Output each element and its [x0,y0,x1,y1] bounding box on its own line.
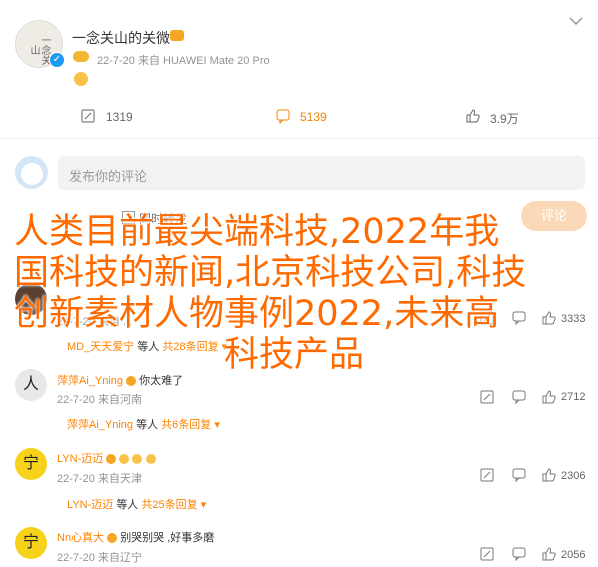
emoji-sticker-icon [74,72,88,86]
comment-input[interactable]: 发布你的评论 [58,156,585,190]
overlay-line-2: 国科技的新闻,北京科技公司,科技 [14,253,527,293]
reply-text: 等人 [116,499,139,511]
comment-content: LYN-迈迈 [57,450,156,466]
post-author-name[interactable]: 一念关山的关微 [72,28,170,48]
reply-count[interactable]: 共6条回复 [161,419,211,431]
comment-avatar[interactable]: 宁 [15,448,47,480]
comment-like-count: 2712 [561,391,586,403]
comment-like-count: 2056 [561,549,586,561]
verified-badge-icon: ✓ [49,52,65,68]
share-icon[interactable] [480,390,494,404]
collapse-chevron-icon[interactable] [568,16,584,26]
overlay-line-3: 创新素材人物事例2022,未来高 [14,294,500,334]
reply-user[interactable]: LYN-迈迈 [67,499,113,511]
repost-count: 1319 [106,110,133,124]
comment-user[interactable]: LYN-迈迈 [57,453,103,465]
comment-text: 你太难了 [139,375,184,387]
comment-user[interactable]: 萍萍Ai_Yning [57,375,123,387]
reply-preview[interactable]: LYN-迈迈 等人 共25条回复 ▾ [67,496,206,512]
comment-count: 5139 [300,110,327,124]
reply-icon[interactable] [512,468,526,482]
post-time-client: 22-7-20 来自 HUAWEI Mate 20 Pro [97,55,270,67]
repost-icon[interactable] [80,108,96,124]
comment-like-icon[interactable] [542,468,556,482]
emoji-icon [132,454,143,465]
emoji-icon [119,454,130,465]
comment-content: Nn心真大 别哭别哭 ,好事多磨 [57,529,214,545]
vip-badge-icon [126,376,137,387]
share-icon[interactable] [480,468,494,482]
comment-time: 22-7-20 来自辽宁 [57,552,142,564]
overlay-line-1: 人类目前最尖端科技,2022年我 [14,212,500,252]
author-avatar-text: 一念关山 [28,35,50,65]
comment-user[interactable]: Nn心真大 [57,532,104,544]
vip-badge-icon [170,30,184,41]
my-avatar [15,156,48,189]
reply-text: 等人 [136,419,159,431]
reply-preview[interactable]: 萍萍Ai_Yning 等人 共6条回复 ▾ [67,416,220,432]
comment-like-icon[interactable] [542,547,556,561]
vip-badge-icon [106,454,117,465]
share-icon[interactable] [480,547,494,561]
comment-text: 别哭别哭 ,好事多磨 [120,532,215,544]
stats-divider [0,138,598,139]
vip-badge-icon [107,533,118,544]
comment-input-placeholder: 发布你的评论 [69,169,148,184]
comment-avatar[interactable]: 宁 [15,527,47,559]
reply-icon[interactable] [512,547,526,561]
expand-replies-icon[interactable]: ▾ [201,499,207,511]
fans-badge-icon [73,51,89,62]
comment-time: 22-7-20 来自天津 [57,473,142,485]
like-icon[interactable] [465,108,481,124]
reply-user[interactable]: 萍萍Ai_Yning [67,419,133,431]
comment-like-icon[interactable] [542,390,556,404]
emoji-icon [145,454,156,465]
overlay-line-4: 科技产品 [223,335,364,375]
comment-time: 22-7-20 来自河南 [57,394,142,406]
like-count: 3.9万 [490,112,519,126]
expand-replies-icon[interactable]: ▾ [214,419,220,431]
comment-icon[interactable] [275,108,291,124]
reply-icon[interactable] [512,390,526,404]
overlay-headline: 人类目前最尖端科技,2022年我 国科技的新闻,北京科技公司,科技 创新素材人物… [14,212,574,376]
reply-count[interactable]: 共25条回复 [141,499,197,511]
comment-like-count: 2306 [561,470,586,482]
